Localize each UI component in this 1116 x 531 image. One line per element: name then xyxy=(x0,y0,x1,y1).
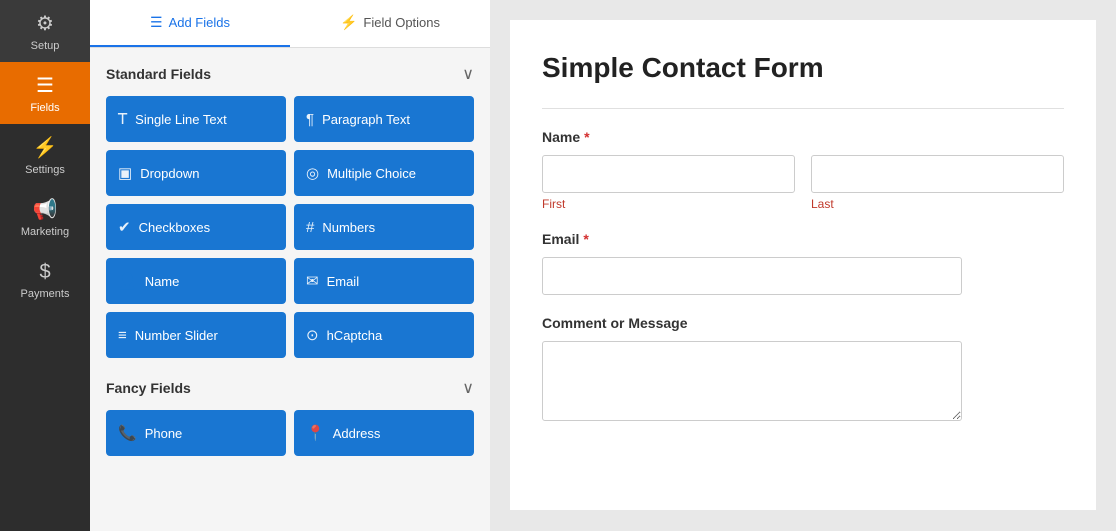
name-required-star: * xyxy=(584,129,589,145)
sidebar-item-setup-label: Setup xyxy=(31,40,60,52)
multiple-choice-label: Multiple Choice xyxy=(327,166,416,181)
phone-icon: 📞 xyxy=(118,424,137,442)
first-name-sublabel: First xyxy=(542,197,795,211)
name-label: Name xyxy=(145,274,180,289)
sidebar-item-setup[interactable]: ⚙ Setup xyxy=(0,0,90,62)
first-name-input[interactable] xyxy=(542,155,795,193)
email-button[interactable]: ✉ Email xyxy=(294,258,474,304)
name-label-text: Name xyxy=(542,129,580,145)
form-divider xyxy=(542,108,1064,109)
form-preview: Simple Contact Form Name * First Last xyxy=(490,0,1116,531)
dropdown-label: Dropdown xyxy=(140,166,199,181)
gear-icon: ⚙ xyxy=(36,14,54,34)
comment-field-group: Comment or Message xyxy=(542,315,1064,426)
field-options-tab-icon: ⚡ xyxy=(340,14,357,31)
comment-label: Comment or Message xyxy=(542,315,1064,331)
paragraph-text-button[interactable]: ¶ Paragraph Text xyxy=(294,96,474,142)
numbers-label: Numbers xyxy=(322,220,375,235)
sidebar-item-payments-label: Payments xyxy=(21,288,70,300)
name-inputs-row: First Last xyxy=(542,155,1064,211)
comment-label-text: Comment or Message xyxy=(542,315,687,331)
email-field-group: Email * xyxy=(542,231,1064,295)
email-label: Email xyxy=(327,274,360,289)
email-icon: ✉ xyxy=(306,272,319,290)
paragraph-text-icon: ¶ xyxy=(306,111,314,128)
single-line-text-icon: 𝖳 xyxy=(118,110,127,128)
sidebar-item-fields-label: Fields xyxy=(30,102,59,114)
standard-fields-grid: 𝖳 Single Line Text ¶ Paragraph Text ▣ Dr… xyxy=(106,96,474,358)
multiple-choice-button[interactable]: ◎ Multiple Choice xyxy=(294,150,474,196)
fancy-fields-grid: 📞 Phone 📍 Address xyxy=(106,410,474,456)
sidebar-item-payments[interactable]: $ Payments xyxy=(0,248,90,310)
standard-fields-header: Standard Fields ∨ xyxy=(106,64,474,84)
payments-icon: $ xyxy=(39,262,50,282)
add-fields-tab-label: Add Fields xyxy=(169,15,230,30)
tabs-bar: ☰ Add Fields ⚡ Field Options xyxy=(90,0,490,48)
tab-add-fields[interactable]: ☰ Add Fields xyxy=(90,0,290,47)
hcaptcha-label: hCaptcha xyxy=(327,328,383,343)
form-title: Simple Contact Form xyxy=(542,52,1064,84)
name-icon: 👤 xyxy=(118,272,137,290)
fancy-fields-toggle[interactable]: ∨ xyxy=(462,378,474,398)
number-slider-button[interactable]: ≡ Number Slider xyxy=(106,312,286,358)
first-name-wrap: First xyxy=(542,155,795,211)
comment-textarea[interactable] xyxy=(542,341,962,421)
fancy-fields-header: Fancy Fields ∨ xyxy=(106,378,474,398)
sidebar-item-marketing-label: Marketing xyxy=(21,226,69,238)
last-name-sublabel: Last xyxy=(811,197,1064,211)
email-label: Email * xyxy=(542,231,1064,247)
hcaptcha-button[interactable]: ⊙ hCaptcha xyxy=(294,312,474,358)
checkboxes-icon: ✔ xyxy=(118,218,131,236)
fancy-fields-title: Fancy Fields xyxy=(106,380,191,396)
checkboxes-label: Checkboxes xyxy=(139,220,211,235)
dropdown-button[interactable]: ▣ Dropdown xyxy=(106,150,286,196)
email-required-star: * xyxy=(583,231,588,247)
middle-panel: ☰ Add Fields ⚡ Field Options Standard Fi… xyxy=(90,0,490,531)
email-label-text: Email xyxy=(542,231,579,247)
standard-fields-title: Standard Fields xyxy=(106,66,211,82)
dropdown-icon: ▣ xyxy=(118,164,132,182)
last-name-input[interactable] xyxy=(811,155,1064,193)
number-slider-label: Number Slider xyxy=(135,328,218,343)
tab-field-options[interactable]: ⚡ Field Options xyxy=(290,0,490,47)
fields-content: Standard Fields ∨ 𝖳 Single Line Text ¶ P… xyxy=(90,48,490,531)
sidebar-item-settings-label: Settings xyxy=(25,164,65,176)
settings-icon: ⚡ xyxy=(33,138,58,158)
multiple-choice-icon: ◎ xyxy=(306,164,319,182)
address-icon: 📍 xyxy=(306,424,325,442)
hcaptcha-icon: ⊙ xyxy=(306,326,319,344)
sidebar: ⚙ Setup ☰ Fields ⚡ Settings 📢 Marketing … xyxy=(0,0,90,531)
field-options-tab-label: Field Options xyxy=(363,15,440,30)
name-button[interactable]: 👤 Name xyxy=(106,258,286,304)
name-label: Name * xyxy=(542,129,1064,145)
standard-fields-toggle[interactable]: ∨ xyxy=(462,64,474,84)
number-slider-icon: ≡ xyxy=(118,327,127,344)
numbers-icon: # xyxy=(306,219,314,236)
numbers-button[interactable]: # Numbers xyxy=(294,204,474,250)
sidebar-item-fields[interactable]: ☰ Fields xyxy=(0,62,90,124)
phone-label: Phone xyxy=(145,426,183,441)
single-line-text-label: Single Line Text xyxy=(135,112,227,127)
form-card: Simple Contact Form Name * First Last xyxy=(510,20,1096,510)
paragraph-text-label: Paragraph Text xyxy=(322,112,410,127)
marketing-icon: 📢 xyxy=(33,200,58,220)
last-name-wrap: Last xyxy=(811,155,1064,211)
sidebar-item-settings[interactable]: ⚡ Settings xyxy=(0,124,90,186)
address-label: Address xyxy=(333,426,381,441)
email-input[interactable] xyxy=(542,257,962,295)
checkboxes-button[interactable]: ✔ Checkboxes xyxy=(106,204,286,250)
sidebar-item-marketing[interactable]: 📢 Marketing xyxy=(0,186,90,248)
address-button[interactable]: 📍 Address xyxy=(294,410,474,456)
name-field-group: Name * First Last xyxy=(542,129,1064,211)
add-fields-tab-icon: ☰ xyxy=(150,14,163,31)
fields-icon: ☰ xyxy=(36,76,54,96)
single-line-text-button[interactable]: 𝖳 Single Line Text xyxy=(106,96,286,142)
phone-button[interactable]: 📞 Phone xyxy=(106,410,286,456)
